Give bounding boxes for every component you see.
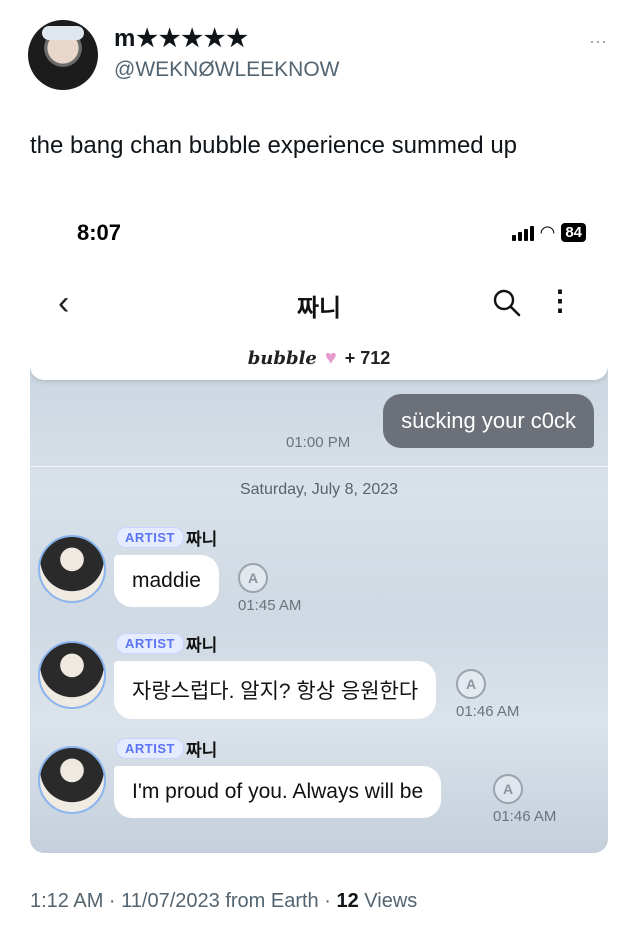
chat-message: ARTIST 짜니 maddie A 01:45 AM [38, 527, 598, 627]
battery-icon: 84 [561, 223, 586, 242]
message-bubble[interactable]: maddie [114, 555, 219, 607]
bubble-bar: bubble ♥ + 712 [30, 336, 608, 380]
message-bubble[interactable]: I'm proud of you. Always will be [114, 766, 442, 818]
status-bar: 8:07 ◠ 84 [30, 196, 608, 276]
artist-name: 짜니 [186, 741, 218, 760]
status-icons: ◠ 84 [511, 222, 586, 243]
status-time: 8:07 [77, 220, 122, 245]
translate-icon[interactable]: A [456, 669, 486, 699]
tweet-header: m★★★★★ @WEKNØWLEEKNOW ⋯ [28, 18, 608, 90]
translate-icon[interactable]: A [493, 774, 523, 804]
chat-nav-bar: ‹ 짜니 ⋮ [30, 276, 608, 336]
chat-message: ARTIST 짜니 I'm proud of you. Always will … [38, 738, 598, 838]
divider-line [30, 466, 608, 467]
views-count[interactable]: 12 [336, 890, 358, 912]
message-time: 01:46 AM [493, 808, 557, 825]
display-name[interactable]: m★★★★★ [114, 24, 249, 53]
sent-time: 01:00 PM [286, 434, 351, 451]
message-bubble[interactable]: 자랑스럽다. 알지? 항상 응원한다 [114, 661, 437, 719]
artist-avatar[interactable] [38, 535, 106, 603]
translate-icon[interactable]: A [238, 563, 268, 593]
tweet-text: the bang chan bubble experience summed u… [30, 132, 518, 159]
kebab-icon[interactable]: ⋮ [546, 284, 574, 317]
message-time: 01:45 AM [238, 597, 302, 614]
heart-icon: ♥ [324, 346, 337, 369]
tweet-timestamp[interactable]: 1:12 AM · 11/07/2023 from Earth · [30, 890, 336, 912]
user-handle[interactable]: @WEKNØWLEEKNOW [114, 58, 340, 82]
artist-badge: ARTIST [116, 527, 184, 548]
date-divider: Saturday, July 8, 2023 [239, 481, 399, 498]
artist-name: 짜니 [186, 636, 218, 655]
artist-badge: ARTIST [116, 738, 184, 759]
bubble-count: + 712 [344, 347, 391, 368]
artist-name: 짜니 [186, 530, 218, 549]
bubble-logo: bubble [247, 347, 317, 369]
artist-badge: ARTIST [116, 633, 184, 654]
artist-avatar[interactable] [38, 641, 106, 709]
message-time: 01:46 AM [456, 703, 520, 720]
embedded-screenshot: 8:07 ◠ 84 ‹ 짜니 ⋮ bubble ♥ + 712 sücking … [30, 196, 608, 856]
views-label: Views [358, 890, 418, 912]
sent-message[interactable]: sücking your c0ck [383, 394, 594, 448]
chat-message: ARTIST 짜니 자랑스럽다. 알지? 항상 응원한다 A 01:46 AM [38, 633, 598, 733]
signal-icon [511, 225, 534, 241]
more-icon[interactable]: ⋯ [589, 32, 608, 53]
chat-area: bubble ♥ + 712 sücking your c0ck 01:00 P… [30, 336, 608, 853]
artist-avatar[interactable] [38, 746, 106, 814]
search-icon[interactable] [492, 288, 522, 318]
tweet-meta: 1:12 AM · 11/07/2023 from Earth · 12 Vie… [30, 890, 417, 913]
wifi-icon: ◠ [539, 222, 556, 242]
profile-avatar[interactable] [28, 20, 98, 90]
